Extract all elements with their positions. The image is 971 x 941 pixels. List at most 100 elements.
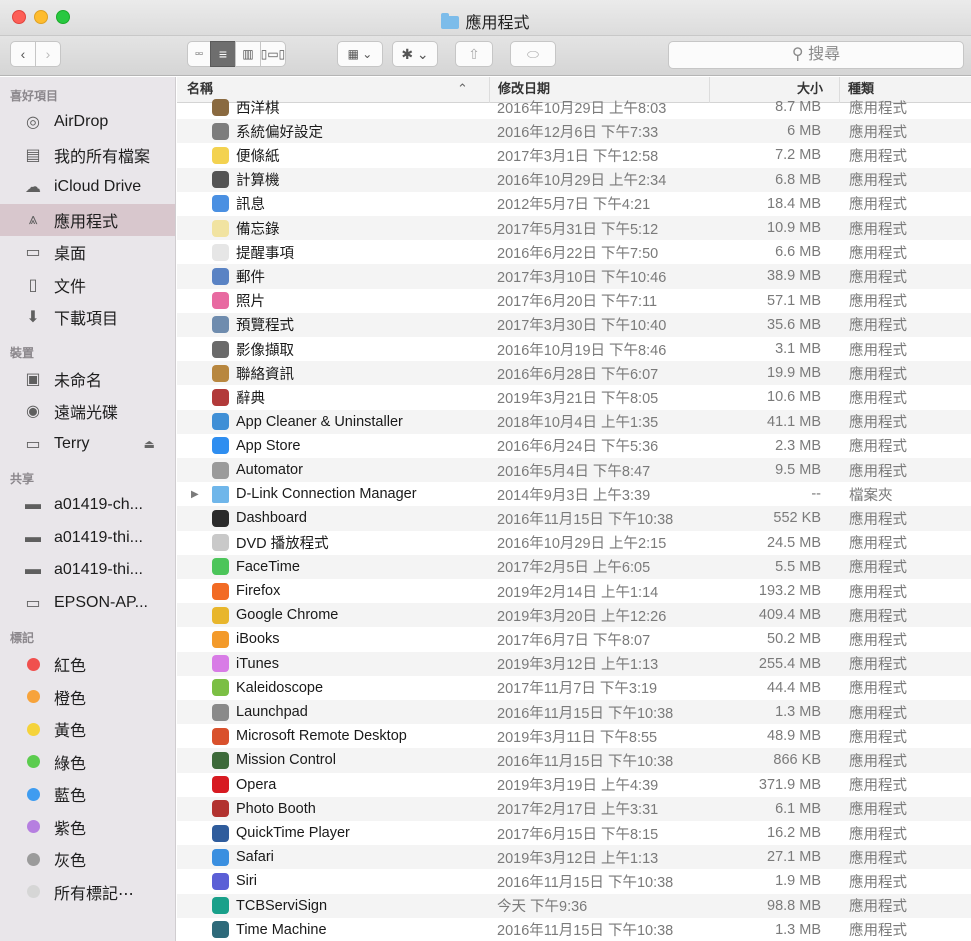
file-row[interactable]: Photo Booth 2017年2月17日 上午3:31 6.1 MB 應用程式 (177, 796, 971, 821)
sidebar-item[interactable]: ▭ Terry ⏏ (0, 428, 175, 461)
app-icon (212, 727, 229, 745)
file-name: 影像擷取 (236, 342, 294, 359)
app-icon (212, 437, 229, 455)
file-name-cell: QuickTime Player (212, 824, 350, 842)
forward-button[interactable]: › (35, 41, 61, 67)
sidebar-item-label: 灰色 (54, 853, 87, 871)
sidebar-item[interactable]: ▭ 桌面 (0, 236, 175, 269)
file-row[interactable]: App Store 2016年6月24日 下午5:36 2.3 MB 應用程式 (177, 434, 971, 458)
size-cell: 10.9 MB (767, 220, 821, 237)
file-row[interactable]: FaceTime 2017年2月5日 上午6:05 5.5 MB 應用程式 (177, 554, 971, 579)
action-button[interactable]: ✱ ⌄ (392, 41, 438, 67)
sidebar-item[interactable]: ▭ EPSON-AP... (0, 587, 175, 620)
tag-dot-icon (26, 885, 40, 899)
file-name: 辭典 (236, 390, 265, 407)
sidebar-item[interactable]: ▯ 文件 (0, 269, 175, 302)
sidebar-item[interactable]: ⬇ 下載項目 (0, 301, 175, 334)
file-row[interactable]: Safari 2019年3月12日 上午1:13 27.1 MB 應用程式 (177, 845, 971, 870)
file-row[interactable]: 訊息 2012年5月7日 下午4:21 18.4 MB 應用程式 (177, 192, 971, 216)
file-row[interactable]: Microsoft Remote Desktop 2019年3月11日 下午8:5… (177, 724, 971, 748)
file-row[interactable]: ▶ D-Link Connection Manager 2014年9月3日 上午3:… (177, 482, 971, 506)
eject-icon[interactable]: ⏏ (144, 437, 155, 451)
file-row[interactable]: Firefox 2019年2月14日 上午1:14 193.2 MB 應用程式 (177, 579, 971, 603)
sidebar-item[interactable]: 藍色 (0, 778, 175, 811)
file-row[interactable]: Siri 2016年11月15日 下午10:38 1.9 MB 應用程式 (177, 869, 971, 893)
file-name: 便條紙 (236, 148, 280, 165)
sidebar-item[interactable]: ▬ a01419-ch... (0, 489, 175, 522)
file-row[interactable]: Opera 2019年3月19日 上午4:39 371.9 MB 應用程式 (177, 773, 971, 797)
back-button[interactable]: ‹ (10, 41, 36, 67)
tag-color-icon (22, 849, 44, 869)
file-row[interactable]: 系統偏好設定 2016年12月6日 下午7:33 6 MB 應用程式 (177, 119, 971, 144)
file-row[interactable]: Automator 2016年5月4日 下午8:47 9.5 MB 應用程式 (177, 458, 971, 483)
file-row[interactable]: 提醒事項 2016年6月22日 下午7:50 6.6 MB 應用程式 (177, 240, 971, 264)
kind-cell: 應用程式 (849, 560, 907, 577)
file-row[interactable]: DVD 播放程式 2016年10月29日 上午2:15 24.5 MB 應用程式 (177, 531, 971, 555)
sidebar-item[interactable]: 黃色 (0, 713, 175, 746)
file-row[interactable]: 聯絡資訊 2016年6月28日 下午6:07 19.9 MB 應用程式 (177, 361, 971, 386)
file-row[interactable]: iTunes 2019年3月12日 上午1:13 255.4 MB 應用程式 (177, 651, 971, 676)
sidebar-item[interactable]: 綠色 (0, 746, 175, 779)
sidebar-item[interactable]: ☁ iCloud Drive (0, 171, 175, 204)
modified-date-cell: 2017年11月7日 下午3:19 (497, 681, 658, 698)
sidebar-item-label: AirDrop (54, 113, 109, 131)
sidebar-item[interactable]: ▬ a01419-thi... (0, 554, 175, 587)
folder-icon (212, 485, 229, 503)
sidebar-item[interactable]: 灰色 (0, 843, 175, 876)
modified-date-cell: 2014年9月3日 上午3:39 (497, 487, 651, 504)
size-cell: 552 KB (773, 510, 821, 527)
file-row[interactable]: Launchpad 2016年11月15日 下午10:38 1.3 MB 應用程式 (177, 700, 971, 725)
file-row[interactable]: 影像擷取 2016年10月19日 下午8:46 3.1 MB 應用程式 (177, 337, 971, 361)
file-row[interactable]: 計算機 2016年10月29日 上午2:34 6.8 MB 應用程式 (177, 167, 971, 192)
tag-dot-icon (26, 852, 40, 866)
kind-cell: 應用程式 (849, 318, 907, 335)
sidebar-item[interactable]: ▬ a01419-thi... (0, 522, 175, 555)
sidebar-item[interactable]: 橙色 (0, 681, 175, 714)
sidebar-item[interactable]: ▣ 未命名 (0, 363, 175, 396)
file-row[interactable]: iBooks 2017年6月7日 下午8:07 50.2 MB 應用程式 (177, 627, 971, 651)
share-button[interactable]: ⇧ (455, 41, 493, 67)
file-row[interactable]: 西洋棋 2016年10月29日 上午8:03 8.7 MB 應用程式 (177, 95, 971, 119)
file-row[interactable]: TCBServiSign 今天 下午9:36 98.8 MB 應用程式 (177, 893, 971, 918)
tag-color-icon (22, 752, 44, 772)
file-row[interactable]: Mission Control 2016年11月15日 下午10:38 866 KB… (177, 748, 971, 773)
file-row[interactable]: 照片 2017年6月20日 下午7:11 57.1 MB 應用程式 (177, 289, 971, 313)
sidebar-item[interactable]: 紅色 (0, 648, 175, 681)
modified-date-cell: 2016年12月6日 下午7:33 (497, 124, 659, 141)
tags-button[interactable]: ⬭ (510, 41, 556, 67)
column-view-button[interactable]: ▥ (235, 41, 261, 67)
list-view-button[interactable]: ≡ (210, 41, 236, 67)
file-row[interactable]: 辭典 2019年3月21日 下午8:05 10.6 MB 應用程式 (177, 385, 971, 409)
app-icon (212, 219, 229, 237)
sidebar-item[interactable]: ▤ 我的所有檔案 (0, 139, 175, 172)
disclosure-triangle-icon[interactable]: ▶ (191, 489, 199, 500)
app-icon (212, 146, 229, 164)
sidebar-item[interactable]: ◉ 遠端光碟 (0, 395, 175, 428)
gallery-view-button[interactable]: ▯▭▯ (260, 41, 286, 67)
file-row[interactable]: Dashboard 2016年11月15日 下午10:38 552 KB 應用程式 (177, 506, 971, 531)
file-row[interactable]: Time Machine 2016年11月15日 下午10:38 1.3 MB 應用程… (177, 918, 971, 941)
file-row[interactable]: Kaleidoscope 2017年11月7日 下午3:19 44.4 MB 應用程式 (177, 676, 971, 700)
kind-cell: 應用程式 (849, 197, 907, 214)
sidebar-item[interactable]: ◎ AirDrop (0, 106, 175, 139)
file-row[interactable]: 預覽程式 2017年3月30日 下午10:40 35.6 MB 應用程式 (177, 312, 971, 337)
app-icon (212, 509, 229, 527)
size-cell: 1.3 MB (775, 704, 821, 721)
file-row[interactable]: 備忘錄 2017年5月31日 下午5:12 10.9 MB 應用程式 (177, 216, 971, 241)
kind-cell: 應用程式 (849, 584, 907, 601)
file-row[interactable]: App Cleaner & Uninstaller 2018年10月4日 上午1:… (177, 409, 971, 434)
group-button[interactable]: ▦ ⌄ (337, 41, 383, 67)
kind-cell: 應用程式 (849, 366, 907, 383)
file-row[interactable]: 便條紙 2017年3月1日 下午12:58 7.2 MB 應用程式 (177, 143, 971, 167)
sidebar-item[interactable]: 所有標記⋯ (0, 876, 175, 909)
file-row[interactable]: QuickTime Player 2017年6月15日 下午8:15 16.2 MB… (177, 821, 971, 845)
sidebar-item[interactable]: 紫色 (0, 811, 175, 844)
icon-view-button[interactable]: ▫▫ (187, 41, 211, 67)
file-row[interactable]: 郵件 2017年3月10日 下午10:46 38.9 MB 應用程式 (177, 264, 971, 289)
file-name-cell: iBooks (212, 630, 280, 648)
tag-dot-icon (26, 787, 40, 801)
search-field[interactable]: ⚲ 搜尋 (668, 41, 964, 69)
sidebar-item[interactable]: ⩓ 應用程式 (0, 203, 175, 236)
file-row[interactable]: Google Chrome 2019年3月20日 上午12:26 409.4 MB 應… (177, 603, 971, 628)
size-cell: 6.8 MB (775, 171, 821, 188)
